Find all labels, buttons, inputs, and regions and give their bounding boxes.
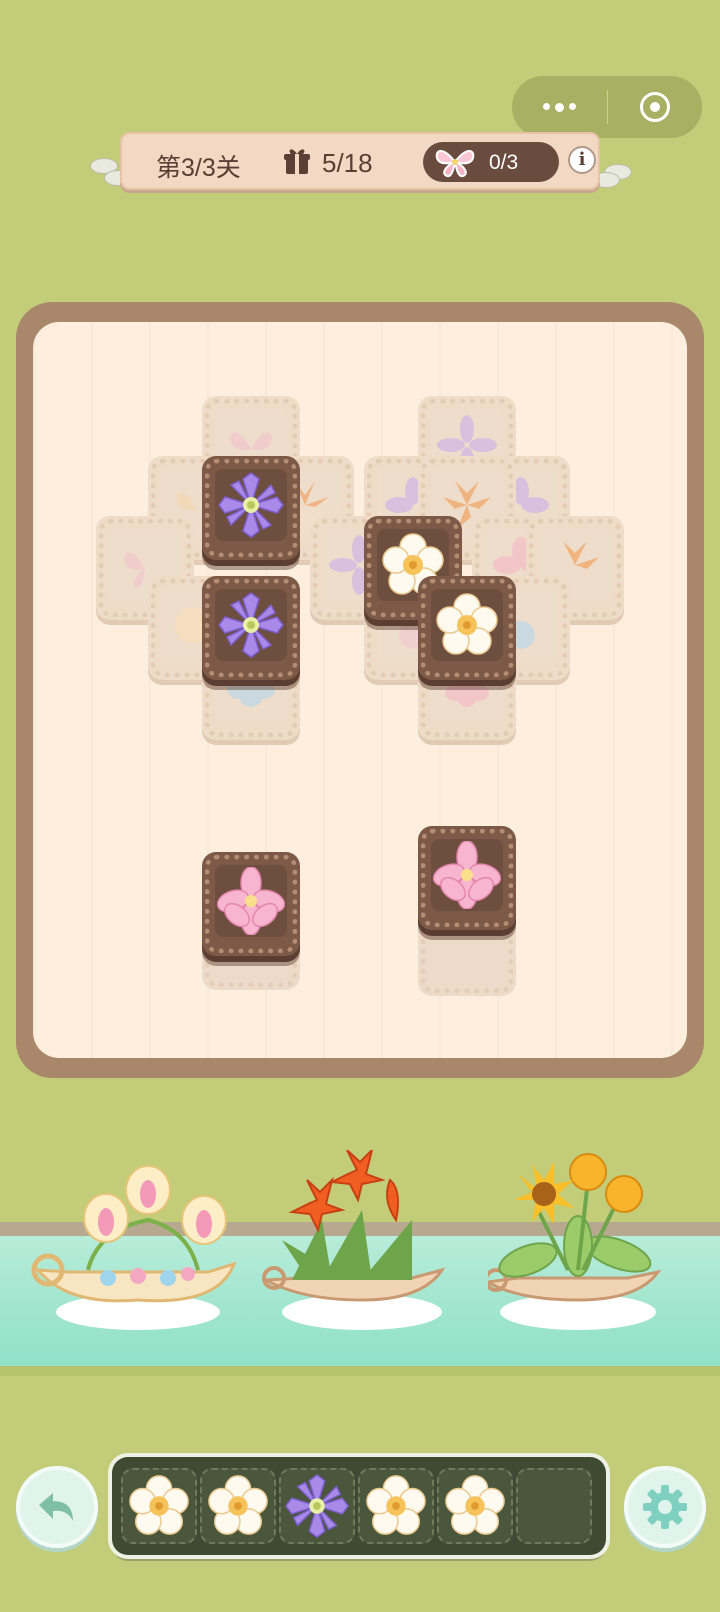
info-button[interactable]: i bbox=[568, 146, 596, 174]
level-indicator: 第3/3关 bbox=[156, 154, 241, 182]
target-icon bbox=[639, 92, 670, 122]
gear-icon bbox=[643, 1485, 687, 1529]
pink-lily-tile[interactable] bbox=[202, 852, 300, 956]
orange-lily-pot bbox=[262, 1150, 446, 1330]
white-plumeria-icon bbox=[436, 593, 498, 655]
tray-slot-6-empty bbox=[516, 1468, 592, 1544]
gift-progress: 5/18 bbox=[322, 148, 373, 178]
tile-tray bbox=[112, 1457, 606, 1555]
white-plumeria-icon bbox=[208, 1475, 268, 1535]
undo-button[interactable] bbox=[16, 1466, 98, 1548]
mini-program-capsule bbox=[512, 76, 702, 138]
tray-slot-1 bbox=[121, 1468, 197, 1544]
settings-button[interactable] bbox=[624, 1466, 706, 1548]
purple-clematis-tile[interactable] bbox=[202, 456, 300, 560]
more-button[interactable] bbox=[512, 76, 607, 138]
purple-clematis-icon bbox=[218, 592, 284, 658]
butterfly-icon bbox=[435, 150, 475, 178]
purple-clematis-tile[interactable] bbox=[202, 576, 300, 680]
pink-lily-icon bbox=[433, 841, 501, 909]
white-plumeria-icon bbox=[445, 1475, 505, 1535]
purple-clematis-icon bbox=[285, 1474, 349, 1538]
tray-slot-3 bbox=[279, 1468, 355, 1544]
close-button[interactable] bbox=[608, 76, 703, 138]
butterfly-count: 0/3 bbox=[489, 151, 519, 174]
tray-slot-4 bbox=[358, 1468, 434, 1544]
game-board bbox=[33, 322, 687, 1058]
undo-arrow-icon bbox=[39, 1493, 73, 1521]
level-header: 第3/3关 5/18 0/3 i bbox=[120, 132, 600, 190]
white-plumeria-tile[interactable] bbox=[418, 576, 516, 680]
tray-slot-5 bbox=[437, 1468, 513, 1544]
gift-icon bbox=[284, 149, 310, 174]
pink-lily-icon bbox=[217, 867, 285, 935]
pink-lily-tile[interactable] bbox=[418, 826, 516, 930]
tulip-boat-pot bbox=[31, 1165, 237, 1330]
more-dots-icon bbox=[542, 102, 576, 112]
butterfly-progress: 0/3 bbox=[423, 142, 559, 182]
purple-clematis-icon bbox=[218, 472, 284, 538]
white-plumeria-icon bbox=[129, 1475, 189, 1535]
tray-slot-2 bbox=[200, 1468, 276, 1544]
sunflower-pot bbox=[488, 1153, 662, 1330]
white-plumeria-icon bbox=[366, 1475, 426, 1535]
